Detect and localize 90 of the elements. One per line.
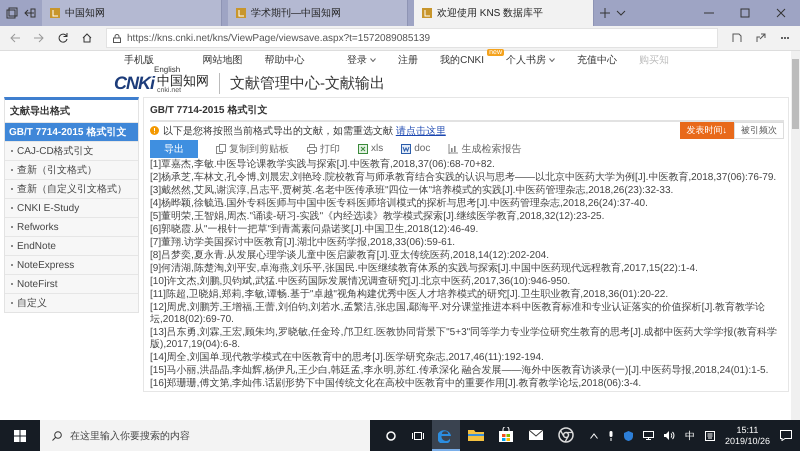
sidebar-item[interactable]: 查新（自定义引文格式）	[5, 179, 138, 198]
sidebar-title: 文献导出格式	[5, 100, 138, 122]
nav-link[interactable]: 登录	[347, 53, 376, 67]
caret-down-icon	[549, 58, 555, 62]
refresh-icon[interactable]	[58, 33, 68, 43]
keyboard-icon[interactable]	[704, 430, 715, 440]
taskbar-search-field[interactable]: 在这里输入你要搜索的内容	[40, 420, 370, 451]
task-view-icon[interactable]	[412, 430, 424, 440]
reference-text: [2]杨承芝,车林文,孔令博,刘晨宏,刘艳玲.院校教育与师承教育结合实践的认识与思考——以北京中医药大学为例[J].中医教育,2018,37(06):76-79.	[150, 172, 778, 184]
browser-tab[interactable]: 欢迎使用 KNS 数据库平	[414, 0, 594, 26]
reading-list-icon[interactable]	[732, 33, 742, 43]
browser-circle-icon	[558, 426, 574, 442]
sidebar-item[interactable]: GB/T 7714-2015 格式引文	[5, 122, 138, 141]
notification-icon[interactable]	[780, 430, 792, 441]
reference-text: [15]马小丽,洪晶晶,李灿辉,杨伊凡,王少白,韩廷孟,李永明,苏红.传承深化 融合发展——海外中医教育访谈录(一)[J].中医药导报,2018,24(01):1-5.	[150, 365, 770, 377]
toolbar-link[interactable]: 复制到剪贴板	[216, 142, 289, 156]
page-title: 文献管理中心-文献输出	[230, 74, 385, 93]
reference-text: [16]郑珊珊,傅文第,李灿伟.话剧形势下中国传统文化在高校中医教育中的重要作用[J].教育教学论坛,2018(06):3-4.	[150, 378, 642, 390]
new-tab-icon[interactable]	[600, 8, 610, 18]
spreadsheet-icon	[358, 144, 368, 154]
lock-icon	[113, 34, 121, 42]
reference-text: [13]吕东勇,刘霖,王宏,顾朱均,罗晓敏,任金玲,邝卫红.医教协同背景下"5+3"同等学力专业学位研究生教育的思考[J].成都中医药大学学报(教育科学版),2017,19(04):6-8.	[150, 327, 778, 351]
reference-text: [11]陈超,卫晓娟,郑莉,李敏,谭畅.基于"卓越"视角构建优秀中医人才培养模式的研究[J].卫生职业教育,2018,36(01):20-22.	[150, 289, 670, 301]
clock[interactable]: 15:11 2019/10/26	[724, 424, 770, 446]
back-arrow-icon[interactable]	[10, 33, 20, 43]
scrollbar[interactable]	[791, 51, 800, 420]
sidebar-item[interactable]: CNKI E-Study	[5, 198, 138, 217]
language-link[interactable]: English	[154, 65, 180, 74]
share-icon[interactable]	[756, 33, 766, 43]
back-tabs-icon[interactable]	[24, 7, 36, 19]
caret-down-icon	[370, 58, 376, 62]
input-method-indicator[interactable]: 中	[684, 428, 695, 442]
document-icon	[401, 144, 412, 154]
search-icon	[52, 430, 62, 440]
caret-up-icon[interactable]	[590, 432, 598, 438]
sidebar-item[interactable]: 查新（引文格式）	[5, 160, 138, 179]
reference-text: [7]董翔.访学美国探讨中医教育[J].湖北中医药学报,2018,33(06):59-61.	[150, 237, 456, 249]
nav-link[interactable]: 网站地图	[202, 53, 242, 67]
info-icon	[150, 126, 159, 135]
reference-text: [4]杨晔颖,徐毓迅.国外专科医师与中国中医专科医师培训模式的探析与思考[J].中医药管理杂志,2018,26(24):37-40.	[150, 198, 649, 210]
sidebar-item[interactable]: NoteExpress	[5, 255, 138, 274]
sort-button[interactable]: 被引频次	[734, 122, 784, 139]
nav-link[interactable]: 手机版	[124, 53, 154, 67]
nav-link[interactable]: 个人书房	[506, 53, 555, 67]
microphone-icon[interactable]	[608, 430, 614, 440]
maximize-icon[interactable]	[740, 8, 750, 18]
volume-icon[interactable]	[664, 431, 675, 440]
site-favicon-icon	[422, 8, 432, 18]
toolbar-link[interactable]: doc	[401, 143, 430, 154]
reference-text: [14]周全,刘国单.现代教学模式在中医教育中的思考[J].医学研究杂志,2017,46(11):192-194.	[150, 352, 545, 364]
notice-text: 以下是您将按照当前格式导出的文献，如需重选文献 请点击这里	[163, 124, 446, 138]
home-icon[interactable]	[82, 33, 92, 43]
printer-icon	[307, 144, 317, 154]
network-icon[interactable]	[642, 431, 654, 440]
envelope-icon	[528, 426, 544, 442]
reference-text: [6]郭晓霞.从"一根针一把草"到青蒿素问鼎诺奖[J].中国卫生,2018(12):46-49.	[150, 224, 480, 236]
sidebar-item[interactable]: CAJ-CD格式引文	[5, 141, 138, 160]
browser-tab[interactable]: 学术期刊—中国知网	[228, 0, 408, 26]
sidebar-item[interactable]: NoteFirst	[5, 274, 138, 293]
shield-icon[interactable]	[624, 430, 633, 440]
browser-tab[interactable]: 中国知网	[42, 0, 222, 26]
toolbar-link[interactable]: 生成检索报告	[448, 142, 522, 156]
cortana-circle-icon[interactable]	[386, 430, 396, 440]
reference-text: [8]吕梦奕,夏永青.从发展心理学谈儿童中医启蒙教育[J].亚太传统医药,2018,14(12):202-204.	[150, 250, 550, 262]
shopping-bag-icon	[498, 426, 514, 442]
sidebar-item[interactable]: Refworks	[5, 217, 138, 236]
address-field[interactable]: https://kns.cnki.net/kns/ViewPage/viewsave.aspx?t=1572089085139	[106, 28, 718, 48]
chevron-down-icon[interactable]	[616, 8, 626, 18]
toolbar-link[interactable]: 打印	[307, 142, 340, 156]
tab-list-icon[interactable]	[6, 7, 18, 19]
nav-link[interactable]: 帮助中心	[264, 53, 304, 67]
reference-text: [10]许文杰,刘鹏,贝钧斌,武猛.中医药国际发展情况调查研究[J].北京中医药,2017,36(10):946-950.	[150, 276, 572, 288]
reference-text: [9]何清湖,陈楚淘,刘平安,卓海燕,刘乐平,张国民.中医继续教育体系的实践与探索[J].中国中医药现代远程教育,2017,15(22):1-4.	[150, 263, 699, 275]
windows-start-icon[interactable]	[14, 430, 26, 442]
reference-text: [12]周虎,刘鹏芳,王增福,王蕾,刘伯钧,刘若水,孟繁洁,张忠国,鄢海平.对分课堂推进本科中医教育标准和专业认证落实的价值探析[J].教育教学论坛,2018(02):69-70.	[150, 302, 766, 326]
toolbar-link[interactable]: xls	[358, 143, 384, 154]
site-favicon-icon	[50, 8, 60, 18]
reference-text: [1]覃嘉杰,李敏.中医导论课教学实践与探索[J].中医教育,2018,37(06):68-70+82.	[150, 159, 496, 171]
nav-link[interactable]: 充值中心	[577, 53, 617, 67]
copy-icon	[216, 144, 226, 154]
site-favicon-icon	[236, 8, 246, 18]
bar-chart-icon	[448, 144, 458, 154]
sidebar-item[interactable]: 自定义	[5, 293, 138, 312]
reference-text: [3]戴然然,艾凤,谢滨淳,吕志平,贾树英.名老中医传承班"四位一体"培养模式的实践[J].中医药管理杂志,2018,26(23):32-33.	[150, 185, 674, 197]
forward-arrow-icon[interactable]	[34, 33, 44, 43]
reselect-link[interactable]: 请点击这里	[396, 126, 446, 136]
sidebar-item[interactable]: EndNote	[5, 236, 138, 255]
close-icon[interactable]	[776, 8, 786, 18]
reference-text: [5]董明荣,王智娟,周杰."诵读-研习-实践"《内经选读》教学模式探索[J].继续医学教育,2018,32(12):23-25.	[150, 211, 606, 223]
nav-link[interactable]: 注册	[398, 53, 418, 67]
